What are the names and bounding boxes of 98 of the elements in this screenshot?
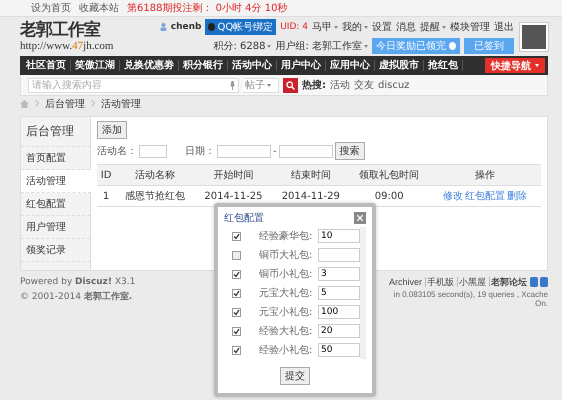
action-link[interactable]: 红包配置 [465, 191, 505, 202]
package-label: 经验豪华包: [259, 230, 314, 243]
checkbox[interactable] [232, 232, 241, 240]
qq-bind-button[interactable]: QQ帐号绑定 [205, 19, 276, 35]
sidebar-item[interactable]: 红包配置 [21, 193, 90, 216]
coin-icon [449, 42, 456, 50]
checkbox[interactable] [232, 326, 241, 336]
checkbox[interactable] [232, 346, 241, 354]
table-cell: 1 [97, 186, 116, 206]
search-icon [286, 80, 295, 90]
activity-name-label: 活动名： [97, 145, 137, 158]
breadcrumb-link[interactable]: 活动管理 [101, 96, 141, 110]
nav-item[interactable]: 用户中心 [277, 60, 326, 71]
table-cell: 感恩节抢红包 [115, 186, 195, 206]
package-amount-field[interactable]: 3 [318, 267, 360, 281]
sidebar-item[interactable]: 用户管理 [21, 216, 90, 239]
search-button[interactable] [283, 78, 298, 92]
close-button[interactable] [354, 212, 366, 224]
sidebar-item[interactable]: 活动管理 [21, 170, 91, 193]
search-submit-button[interactable]: 搜索 [334, 142, 365, 160]
package-amount-field[interactable]: 10 [318, 229, 360, 243]
username[interactable]: chenb [170, 22, 202, 32]
package-amount-field[interactable]: 50 [318, 343, 360, 357]
nav-item[interactable]: 兑换优惠劵 [120, 60, 179, 71]
microphone-icon[interactable] [230, 80, 235, 90]
package-label: 经验大礼包: [259, 324, 314, 338]
chevron-icon [35, 100, 39, 107]
breadcrumb-link[interactable]: 后台管理 [45, 96, 85, 110]
user-menu-link[interactable]: 设置 [372, 20, 392, 34]
column-header: 开始时间 [194, 164, 272, 186]
hot-search-link[interactable]: 交友 [354, 78, 374, 92]
hot-search-link[interactable]: 活动 [330, 78, 350, 92]
column-header: ID [97, 164, 116, 186]
nav-item[interactable]: 社区首页 [22, 60, 71, 71]
credits-link[interactable]: 积分: 6288 [213, 39, 272, 53]
start-date-field[interactable] [217, 144, 271, 158]
uid-label: UID: 4 [280, 22, 308, 32]
logo-url: http://www.47jh.com [20, 40, 114, 52]
column-header: 领取礼包时间 [349, 164, 429, 186]
footer-link[interactable]: Archiver [388, 277, 423, 287]
top-link[interactable]: 设为首页 [31, 1, 71, 15]
dialog-title: 红包配置 [224, 212, 264, 225]
action-link[interactable]: 修改 [443, 191, 463, 202]
footer-link[interactable]: 手机版 [425, 277, 455, 287]
sidebar-item[interactable]: 领奖记录 [21, 239, 90, 262]
date-label: 日期： [185, 144, 215, 158]
stats-text: in 0.083105 second(s), 19 queries , Xcache On. [392, 290, 548, 308]
avatar-photo-placeholder[interactable] [520, 22, 548, 50]
checkbox[interactable] [232, 270, 241, 278]
nav-item[interactable]: 虚拟股市 [375, 60, 424, 71]
package-label: 元宝小礼包: [259, 306, 314, 319]
package-amount-field[interactable] [318, 248, 360, 262]
footer-link[interactable]: 老郭论坛 [489, 277, 528, 287]
sidebar-title: 后台管理 [21, 117, 90, 147]
close-icon [357, 215, 363, 221]
column-header: 操作 [429, 164, 541, 186]
user-group-link[interactable]: 用户组: 老郭工作室 [275, 39, 368, 53]
nav-item[interactable]: 笑傲江湖 [71, 60, 120, 71]
chevron-icon [91, 100, 95, 107]
package-amount-field[interactable]: 20 [318, 324, 360, 338]
package-label: 铜币大礼包: [259, 248, 314, 262]
end-date-field[interactable] [278, 144, 333, 158]
powered-by-text: Powered by Discuz! X3.1 [20, 277, 136, 287]
countdown-notice: 第6188期投注剩： 0小时 4分 10秒 [127, 2, 288, 15]
column-header: 结束时间 [272, 164, 350, 186]
user-menu-link[interactable]: 模块管理 [450, 20, 490, 34]
quick-nav-button[interactable]: 快捷导航 [485, 58, 545, 73]
nav-item[interactable]: 活动中心 [228, 60, 277, 71]
user-menu-link[interactable]: 退出 [494, 20, 514, 34]
nav-item[interactable]: 应用中心 [326, 60, 375, 71]
nav-item[interactable]: 抢红包 [424, 60, 463, 71]
top-link[interactable]: 收藏本站 [79, 1, 119, 15]
user-icon [160, 23, 167, 31]
footer-link[interactable]: 小黑屋 [457, 277, 487, 287]
checkbox[interactable] [232, 288, 241, 298]
hot-search-label: 热搜: [302, 78, 326, 92]
activity-name-field[interactable] [139, 144, 167, 158]
logo-title: 老郭工作室 [20, 21, 102, 40]
date-dash: - [273, 146, 277, 156]
checkbox[interactable] [232, 308, 241, 316]
package-label: 铜币小礼包: [259, 268, 314, 281]
user-menu-link[interactable]: 马甲 [312, 20, 338, 34]
add-button[interactable]: 添加 [97, 121, 127, 139]
package-amount-field[interactable]: 100 [318, 305, 360, 319]
column-header: 活动名称 [115, 164, 195, 186]
copyright-text: © 2001-2014 老郭工作室. [20, 290, 134, 303]
package-label: 元宝大礼包: [259, 286, 314, 300]
nav-item[interactable]: 积分银行 [179, 60, 228, 71]
submit-button[interactable]: 提交 [280, 367, 310, 385]
user-menu-link[interactable]: 我的 [342, 20, 368, 34]
hot-search-link[interactable]: discuz [378, 80, 410, 90]
search-type-select[interactable]: 帖子 [243, 78, 279, 92]
action-link[interactable]: 删除 [507, 191, 527, 202]
user-menu-link[interactable]: 消息 [396, 20, 416, 34]
user-menu-link[interactable]: 提醒 [420, 20, 446, 34]
checkbox[interactable] [232, 250, 241, 260]
package-amount-field[interactable]: 5 [318, 286, 360, 300]
package-label: 经验小礼包: [259, 344, 314, 357]
